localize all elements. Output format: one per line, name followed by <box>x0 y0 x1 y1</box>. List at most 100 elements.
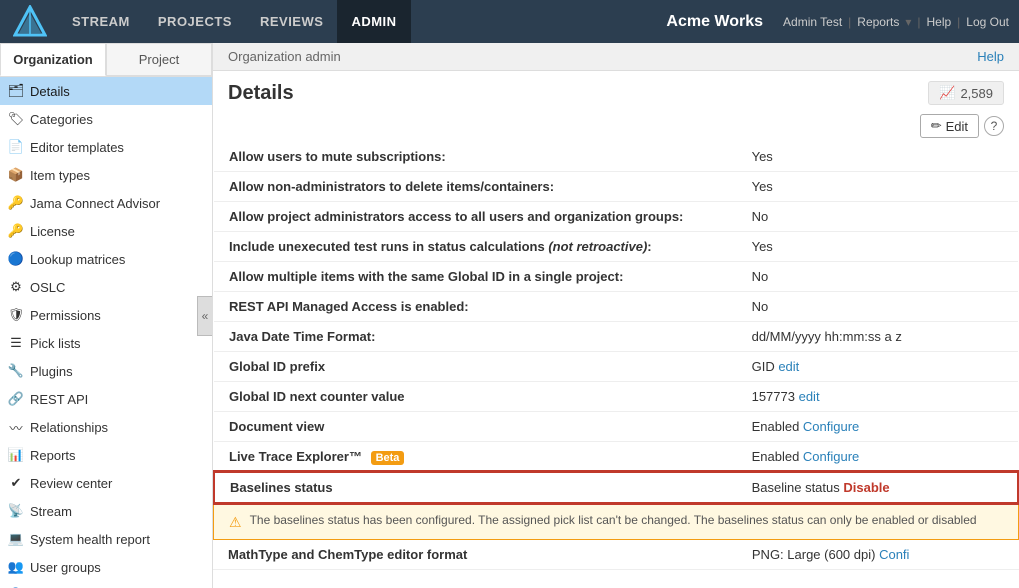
row-label: Allow users to mute subscriptions: <box>214 142 737 172</box>
global-id-counter-edit-link[interactable]: edit <box>799 389 820 404</box>
table-row: Live Trace Explorer™ Beta Enabled Config… <box>214 442 1018 473</box>
live-trace-configure-link[interactable]: Configure <box>803 449 859 464</box>
sidebar-item-review-center[interactable]: ✔ Review center <box>0 469 212 497</box>
sidebar-item-rest-api[interactable]: 🔗 REST API <box>0 385 212 413</box>
sidebar-item-label: REST API <box>30 392 88 407</box>
sidebar-item-license[interactable]: 🔑 License <box>0 217 212 245</box>
row-value: Enabled Configure <box>737 412 1018 442</box>
reports-icon: 📊 <box>8 447 24 463</box>
nav-links: STREAM PROJECTS REVIEWS ADMIN <box>58 0 411 43</box>
sidebar-item-details[interactable]: 🗂 Details <box>0 77 212 105</box>
sidebar-item-label: System health report <box>30 532 150 547</box>
sidebar-item-users[interactable]: 👤 Users <box>0 581 212 588</box>
baselines-disable-link[interactable]: Disable <box>843 480 889 495</box>
table-row: Allow multiple items with the same Globa… <box>214 262 1018 292</box>
oslc-icon: ⚙ <box>8 279 24 295</box>
mathtype-configure-link[interactable]: Confi <box>879 547 909 562</box>
help-link[interactable]: Help <box>926 15 951 29</box>
sidebar-item-stream[interactable]: 📡 Stream <box>0 497 212 525</box>
sidebar-item-label: Lookup matrices <box>30 252 125 267</box>
sidebar-item-editor-templates[interactable]: 📄 Editor templates <box>0 133 212 161</box>
nav-reviews[interactable]: REVIEWS <box>246 0 337 43</box>
row-value: PNG: Large (600 dpi) Confi <box>737 540 1019 570</box>
row-value: 157773 edit <box>737 382 1018 412</box>
nav-projects[interactable]: PROJECTS <box>144 0 246 43</box>
warning-text: The baselines status has been configured… <box>250 513 977 527</box>
plugins-icon: 🔧 <box>8 363 24 379</box>
sidebar-item-label: Editor templates <box>30 140 124 155</box>
sidebar-item-oslc[interactable]: ⚙ OSLC <box>0 273 212 301</box>
app-logo[interactable] <box>10 2 50 42</box>
row-label-baselines: Baselines status <box>214 472 737 503</box>
details-table: Allow users to mute subscriptions: Yes A… <box>213 142 1019 504</box>
sidebar-item-categories[interactable]: 🏷 Categories <box>0 105 212 133</box>
sidebar-item-label: Relationships <box>30 420 108 435</box>
sidebar-item-relationships[interactable]: 〰 Relationships <box>0 413 212 441</box>
pick-lists-icon: ☰ <box>8 335 24 351</box>
table-row: Allow users to mute subscriptions: Yes <box>214 142 1018 172</box>
jama-advisor-icon: 🔑 <box>8 195 24 211</box>
sidebar-item-system-health-report[interactable]: 💻 System health report <box>0 525 212 553</box>
row-label: Allow project administrators access to a… <box>214 202 737 232</box>
row-label: Global ID prefix <box>214 352 737 382</box>
license-icon: 🔑 <box>8 223 24 239</box>
sidebar-tabs: Organization Project <box>0 43 212 77</box>
content-header: Details 📈 2,589 <box>213 71 1019 110</box>
breadcrumb: Organization admin <box>228 49 341 64</box>
sidebar-item-jama-connect-advisor[interactable]: 🔑 Jama Connect Advisor <box>0 189 212 217</box>
edit-icon: ✏ <box>931 118 942 134</box>
sidebar-item-pick-lists[interactable]: ☰ Pick lists <box>0 329 212 357</box>
row-label: Include unexecuted test runs in status c… <box>214 232 737 262</box>
sidebar-item-lookup-matrices[interactable]: 🔵 Lookup matrices <box>0 245 212 273</box>
counter-icon: 📈 <box>939 85 955 101</box>
table-row: MathType and ChemType editor format PNG:… <box>213 540 1019 570</box>
sidebar-item-plugins[interactable]: 🔧 Plugins <box>0 357 212 385</box>
nav-stream[interactable]: STREAM <box>58 0 144 43</box>
user-link[interactable]: Admin Test <box>783 15 842 29</box>
top-nav: STREAM PROJECTS REVIEWS ADMIN Acme Works… <box>0 0 1019 43</box>
table-row: Allow non-administrators to delete items… <box>214 172 1018 202</box>
main-content: Organization admin Help Details 📈 2,589 … <box>213 43 1019 588</box>
sidebar-item-permissions[interactable]: 🛡 Permissions <box>0 301 212 329</box>
reports-link[interactable]: Reports <box>857 15 899 29</box>
tab-project[interactable]: Project <box>106 43 212 76</box>
sidebar-collapse-button[interactable]: « <box>197 296 213 336</box>
nav-admin[interactable]: ADMIN <box>337 0 410 43</box>
beta-badge: Beta <box>371 451 405 465</box>
sidebar-item-label: Reports <box>30 448 76 463</box>
sidebar-item-label: Review center <box>30 476 112 491</box>
table-row: REST API Managed Access is enabled: No <box>214 292 1018 322</box>
stream-icon: 📡 <box>8 503 24 519</box>
content-area: Details 📈 2,589 ✏ Edit ? Allow users to … <box>213 71 1019 588</box>
row-value-baselines: Baseline status Disable <box>737 472 1018 503</box>
top-right-links: Admin Test | Reports ▾ | Help | Log Out <box>783 15 1009 29</box>
row-value: Yes <box>737 232 1018 262</box>
row-label: Global ID next counter value <box>214 382 737 412</box>
row-label: Document view <box>214 412 737 442</box>
sidebar-items: 🗂 Details 🏷 Categories 📄 Editor template… <box>0 77 212 588</box>
sidebar-item-label: Permissions <box>30 308 101 323</box>
logout-link[interactable]: Log Out <box>966 15 1009 29</box>
help-link-top[interactable]: Help <box>977 49 1004 64</box>
edit-bar: ✏ Edit ? <box>213 110 1019 142</box>
sidebar-item-label: User groups <box>30 560 101 575</box>
row-value: Yes <box>737 142 1018 172</box>
warning-bar: ⚠ The baselines status has been configur… <box>213 504 1019 540</box>
sidebar-item-item-types[interactable]: 📦 Item types <box>0 161 212 189</box>
global-id-prefix-edit-link[interactable]: edit <box>778 359 799 374</box>
app-title: Acme Works <box>646 13 783 31</box>
table-row: Global ID next counter value 157773 edit <box>214 382 1018 412</box>
categories-icon: 🏷 <box>8 111 24 127</box>
document-view-configure-link[interactable]: Configure <box>803 419 859 434</box>
edit-button[interactable]: ✏ Edit <box>920 114 979 138</box>
tab-organization[interactable]: Organization <box>0 43 106 76</box>
sidebar-item-label: Item types <box>30 168 90 183</box>
row-label: Allow multiple items with the same Globa… <box>214 262 737 292</box>
sidebar-item-label: Pick lists <box>30 336 81 351</box>
help-icon-button[interactable]: ? <box>984 116 1004 136</box>
sidebar-item-user-groups[interactable]: 👥 User groups <box>0 553 212 581</box>
sidebar-item-reports[interactable]: 📊 Reports <box>0 441 212 469</box>
row-label: Java Date Time Format: <box>214 322 737 352</box>
warning-icon: ⚠ <box>229 514 242 531</box>
italic-note: (not retroactive) <box>548 239 647 254</box>
